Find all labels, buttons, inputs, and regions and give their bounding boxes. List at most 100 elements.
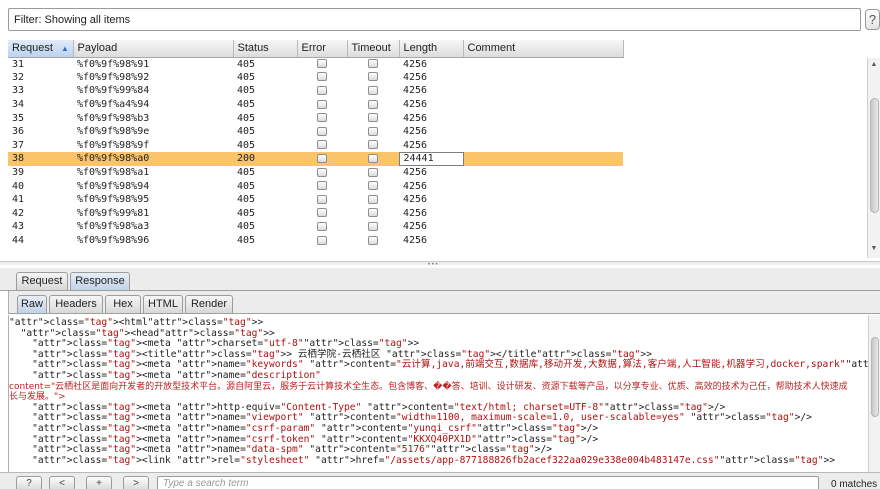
timeout-checkbox[interactable] [368,59,378,69]
column-header-payload[interactable]: Payload [73,40,234,58]
cell-payload: %f0%9f%98%94 [77,180,150,192]
cell-request: 33 [12,85,25,97]
cell-timeout [347,111,399,125]
table-row[interactable]: 32 %f0%9f%98%92 405 4256 [8,71,623,85]
error-checkbox[interactable] [317,221,327,231]
table-scrollbar-thumb[interactable] [870,98,879,213]
error-checkbox[interactable] [317,167,327,177]
cell-request: 42 [12,207,25,219]
table-row[interactable]: 41 %f0%9f%98%95 405 4256 [8,193,623,207]
cell-length: 4256 [403,71,428,83]
cell-error [297,57,347,71]
cell-timeout [347,220,399,234]
error-checkbox[interactable] [317,85,327,95]
previous-match-button[interactable]: < [49,476,75,489]
error-checkbox[interactable] [317,235,327,245]
cell-comment [463,57,623,71]
scroll-down-icon[interactable]: ▼ [868,244,880,254]
timeout-checkbox[interactable] [368,235,378,245]
timeout-checkbox[interactable] [368,99,378,109]
error-checkbox[interactable] [317,153,327,163]
timeout-checkbox[interactable] [368,72,378,82]
tab-raw[interactable]: Raw [17,295,47,313]
cell-status: 405 [237,139,256,151]
error-checkbox[interactable] [317,126,327,136]
results-table-container: Request ▲ Payload Status Error Timeout Le… [8,40,863,258]
table-row[interactable]: 43 %f0%9f%98%a3 405 4256 [8,220,623,234]
column-header-error[interactable]: Error [297,40,348,58]
timeout-checkbox[interactable] [368,181,378,191]
cell-status: 405 [237,112,256,124]
cell-length: 4256 [403,139,428,151]
table-scrollbar[interactable]: ▲ ▼ [867,58,880,258]
error-checkbox[interactable] [317,140,327,150]
tab-render[interactable]: Render [185,295,233,313]
tab-response[interactable]: Response [70,272,130,290]
timeout-checkbox[interactable] [368,126,378,136]
pane-splitter[interactable]: • • • [0,261,880,268]
message-tab-bar: Request Response [0,268,880,291]
error-checkbox[interactable] [317,59,327,69]
timeout-checkbox[interactable] [367,153,378,163]
tab-hex[interactable]: Hex [105,295,141,313]
cell-comment [463,193,623,207]
table-row[interactable]: 40 %f0%9f%98%94 405 4256 [8,179,623,193]
tab-html[interactable]: HTML [143,295,183,313]
table-row[interactable]: 31 %f0%9f%98%91 405 4256 [8,57,623,71]
table-row[interactable]: 38 %f0%9f%98%a0 200 24441 [8,151,623,167]
timeout-checkbox[interactable] [368,85,378,95]
table-row[interactable]: 36 %f0%9f%98%9e 405 4256 [8,125,623,139]
cell-status: 405 [237,180,256,192]
table-header-row: Request ▲ Payload Status Error Timeout Le… [8,40,624,58]
table-row[interactable]: 42 %f0%9f%99%81 405 4256 [8,207,623,221]
cell-length: 4256 [403,235,428,247]
timeout-checkbox[interactable] [368,140,378,150]
response-scrollbar[interactable] [868,315,880,472]
column-header-length[interactable]: Length [399,40,464,58]
table-row[interactable]: 44 %f0%9f%98%96 405 4256 [8,234,623,248]
error-checkbox[interactable] [317,72,327,82]
cell-error [297,152,347,166]
timeout-checkbox[interactable] [368,208,378,218]
cell-payload: %f0%9f%98%b3 [77,112,150,124]
add-button[interactable]: + [86,476,112,489]
error-checkbox[interactable] [317,181,327,191]
cell-length: 24441 [398,151,464,167]
search-bar: ? < + > Type a search term 0 matches [0,472,880,489]
error-checkbox[interactable] [317,113,327,123]
error-checkbox[interactable] [317,208,327,218]
column-header-timeout[interactable]: Timeout [347,40,400,58]
column-header-status[interactable]: Status [233,40,298,58]
timeout-checkbox[interactable] [368,194,378,204]
timeout-checkbox[interactable] [368,167,378,177]
cell-status: 405 [237,207,256,219]
table-row[interactable]: 33 %f0%9f%99%84 405 4256 [8,84,623,98]
help-button[interactable]: ? [865,9,880,30]
timeout-checkbox[interactable] [368,113,378,123]
table-row[interactable]: 35 %f0%9f%98%b3 405 4256 [8,111,623,125]
column-header-request[interactable]: Request ▲ [8,40,74,58]
table-row[interactable]: 34 %f0%9f%a4%94 405 4256 [8,98,623,112]
table-row[interactable]: 39 %f0%9f%98%a1 405 4256 [8,166,623,180]
column-header-comment[interactable]: Comment [463,40,624,58]
cell-length: 4256 [403,112,428,124]
response-scrollbar-thumb[interactable] [871,337,879,417]
tab-headers[interactable]: Headers [49,295,103,313]
cell-length: 4256 [403,99,428,111]
search-input[interactable]: Type a search term [157,476,819,489]
scroll-up-icon[interactable]: ▲ [868,60,880,70]
timeout-checkbox[interactable] [368,221,378,231]
table-row[interactable]: 37 %f0%9f%98%9f 405 4256 [8,139,623,153]
raw-response-viewer[interactable]: "attr">class="tag"><html"attr">class="ta… [8,315,868,472]
error-checkbox[interactable] [317,194,327,204]
cell-request: 31 [12,58,25,70]
cell-status: 405 [237,167,256,179]
next-match-button[interactable]: > [123,476,149,489]
tab-request[interactable]: Request [16,272,68,290]
match-count: 0 matches [831,479,878,489]
error-checkbox[interactable] [317,99,327,109]
filter-bar[interactable]: Filter: Showing all items [8,8,861,31]
cell-request: 38 [8,152,73,166]
search-help-button[interactable]: ? [16,476,42,489]
cell-status: 405 [237,194,256,206]
